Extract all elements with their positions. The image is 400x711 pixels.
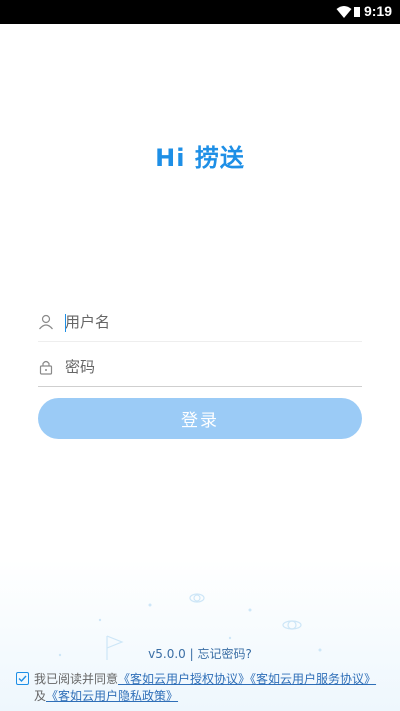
app-title: Hi 捞送: [155, 144, 245, 172]
status-bar: 9:19: [0, 0, 400, 24]
agreement-checkbox[interactable]: [16, 672, 29, 685]
version-label: v5.0.0: [148, 647, 186, 661]
text-caret: [65, 314, 66, 332]
service-agreement-link[interactable]: 《客如云用户服务协议》: [250, 672, 376, 686]
password-input[interactable]: [65, 347, 362, 387]
user-icon: [39, 314, 53, 330]
wifi-icon: [336, 6, 352, 18]
username-field[interactable]: [38, 302, 362, 342]
password-underline: [38, 386, 362, 387]
forgot-password-link[interactable]: 忘记密码?: [197, 647, 251, 661]
auth-agreement-link[interactable]: 《客如云用户授权协议》: [118, 672, 250, 686]
version-separator: |: [189, 647, 194, 661]
agreement-text: 我已阅读并同意《客如云用户授权协议》《客如云用户服务协议》及《客如云用户隐私政策…: [34, 671, 386, 705]
check-icon: [18, 675, 27, 683]
agreement-and: 及: [34, 689, 47, 703]
agreement-row: 我已阅读并同意《客如云用户授权协议》《客如云用户服务协议》及《客如云用户隐私政策…: [16, 671, 386, 705]
battery-icon: [354, 7, 360, 17]
status-time: 9:19: [363, 3, 392, 19]
password-field[interactable]: [38, 347, 362, 387]
privacy-policy-link[interactable]: 《客如云用户隐私政策》: [46, 689, 178, 703]
version-row: v5.0.0 | 忘记密码?: [0, 645, 400, 662]
username-underline: [38, 341, 362, 342]
username-input[interactable]: [65, 302, 362, 342]
login-button[interactable]: 登录: [38, 398, 362, 439]
lock-icon: [39, 360, 53, 375]
agreement-prefix: 我已阅读并同意: [34, 672, 119, 686]
